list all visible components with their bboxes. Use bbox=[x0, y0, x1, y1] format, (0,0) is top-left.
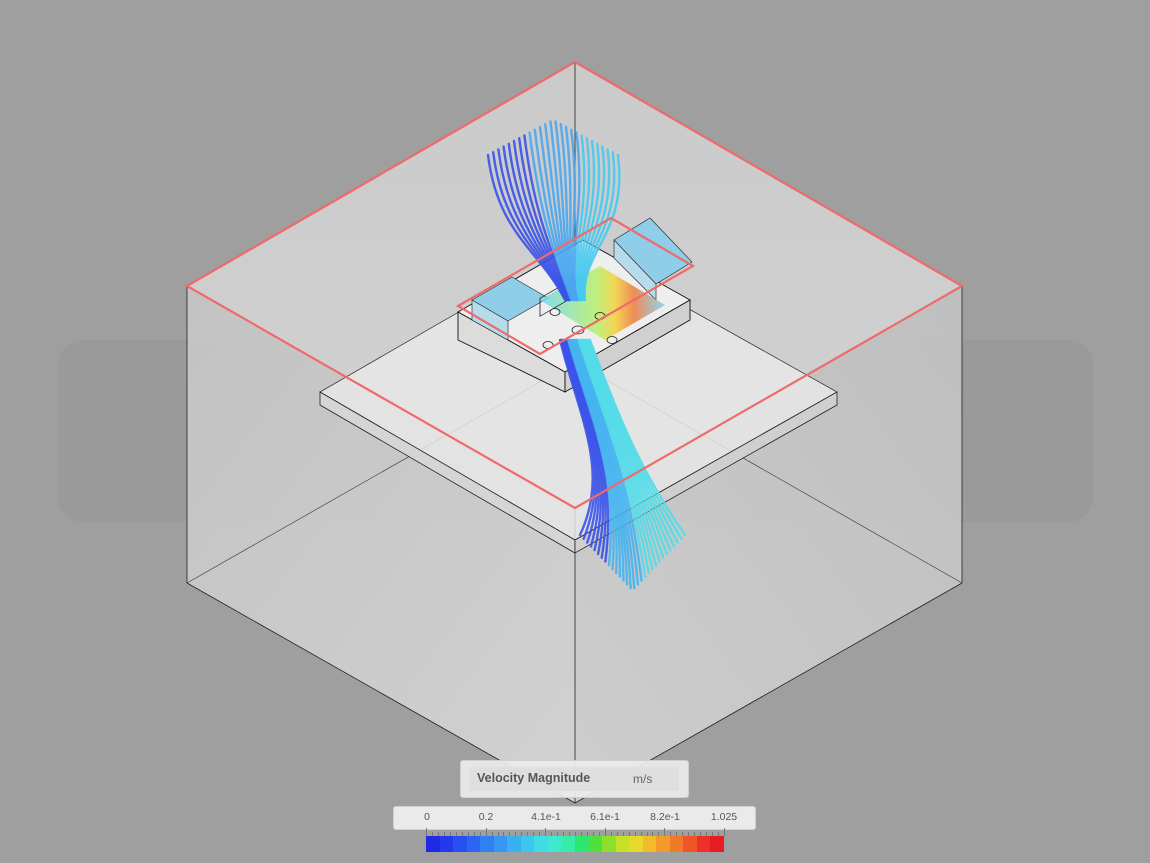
colorbar-segment bbox=[507, 836, 521, 852]
colorbar-segment bbox=[453, 836, 467, 852]
legend-title-panel[interactable]: Velocity Magnitude m/s bbox=[460, 760, 689, 798]
tick-label-1: 0.2 bbox=[478, 811, 494, 823]
cfd-3d-viewport[interactable] bbox=[0, 0, 1150, 863]
colorbar-segment bbox=[520, 836, 535, 852]
colorbar-segment bbox=[656, 836, 670, 852]
colorbar-major-tick bbox=[724, 828, 725, 836]
colorbar-major-tick bbox=[545, 828, 547, 836]
colorbar-major-tick bbox=[485, 828, 487, 836]
colorbar-major-tick bbox=[604, 828, 606, 836]
velocity-colorbar bbox=[426, 836, 725, 852]
colorbar-segment bbox=[426, 836, 440, 852]
legend-title: Velocity Magnitude bbox=[477, 771, 591, 785]
colorbar-segment bbox=[669, 836, 684, 852]
colorbar-segment bbox=[466, 836, 481, 852]
colorbar-segment bbox=[629, 836, 643, 852]
tick-label-0: 0 bbox=[424, 811, 430, 823]
tick-label-3: 6.1e-1 bbox=[590, 811, 620, 823]
colorbar-segment bbox=[615, 836, 630, 852]
colorbar-segment bbox=[696, 836, 711, 852]
colorbar-tick-marks bbox=[426, 828, 725, 836]
colorbar-major-tick bbox=[426, 828, 427, 836]
colorbar-segment bbox=[480, 836, 494, 852]
colorbar-segment bbox=[561, 836, 576, 852]
colorbar-segment bbox=[602, 836, 616, 852]
tick-label-2: 4.1e-1 bbox=[531, 811, 561, 823]
colorbar-segment bbox=[575, 836, 589, 852]
colorbar-segment bbox=[710, 836, 725, 852]
colorbar-segment bbox=[493, 836, 508, 852]
colorbar-segment bbox=[547, 836, 562, 852]
colorbar-major-tick bbox=[664, 828, 666, 836]
colorbar-segment bbox=[534, 836, 548, 852]
colorbar-segment bbox=[683, 836, 697, 852]
legend-unit: m/s bbox=[633, 772, 653, 786]
colorbar-segment bbox=[439, 836, 454, 852]
tick-label-4: 8.2e-1 bbox=[650, 811, 680, 823]
tick-label-5: 1.025 bbox=[710, 811, 738, 823]
colorbar-segment bbox=[588, 836, 603, 852]
legend-tick-panel: 0 0.2 4.1e-1 6.1e-1 8.2e-1 1.025 bbox=[393, 806, 756, 830]
colorbar-segment bbox=[642, 836, 657, 852]
